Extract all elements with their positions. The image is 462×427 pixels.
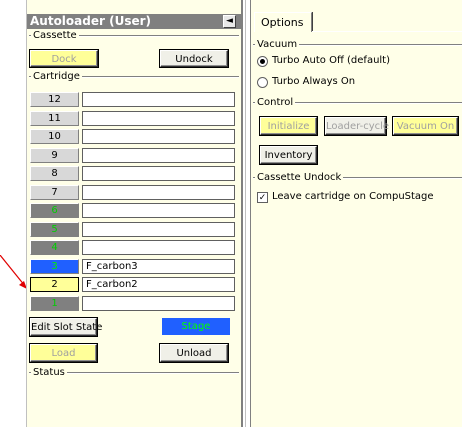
- slot-name-field-10[interactable]: [82, 129, 235, 144]
- unload-button[interactable]: Unload: [160, 344, 228, 362]
- slot-name-field-11[interactable]: [82, 111, 235, 126]
- slot-number-9[interactable]: 9: [30, 148, 79, 163]
- stage-indicator: Stage: [162, 318, 230, 335]
- panel-divider: [245, 0, 248, 427]
- turbo-always-on-radio[interactable]: [257, 77, 268, 88]
- slot-number-4[interactable]: 4: [30, 240, 79, 255]
- slot-number-8[interactable]: 8: [30, 166, 79, 181]
- slot-number-11[interactable]: 11: [30, 111, 79, 126]
- inventory-button[interactable]: Inventory: [260, 146, 317, 164]
- slot-number-5[interactable]: 5: [30, 222, 79, 237]
- leave-cartridge-label: Leave cartridge on CompuStage: [272, 191, 434, 202]
- collapse-arrow-icon[interactable]: ◄: [223, 15, 236, 28]
- radio-selected-dot: [260, 59, 265, 64]
- slot-name-field-6[interactable]: [82, 203, 235, 218]
- tab-options-label: Options: [261, 16, 304, 29]
- undock-button[interactable]: Undock: [160, 50, 228, 67]
- slot-name-field-1[interactable]: [82, 296, 235, 311]
- initialize-button[interactable]: Initialize: [260, 117, 317, 135]
- slot-number-6[interactable]: 6: [30, 203, 79, 218]
- slot-number-2[interactable]: 2: [30, 277, 79, 292]
- control-group-label: Control: [255, 97, 296, 108]
- leave-cartridge-checkbox[interactable]: ✓: [257, 192, 268, 203]
- slot-name-field-4[interactable]: [82, 240, 235, 255]
- slot-name-field-3[interactable]: F_carbon3: [82, 259, 235, 274]
- loader-cycle-button[interactable]: Loader-cycle: [325, 117, 389, 135]
- vacuum-group-label: Vacuum: [255, 39, 300, 50]
- autoloader-title: Autoloader (User): [30, 14, 152, 28]
- cartridge-group-label: Cartridge: [31, 71, 82, 82]
- turbo-always-on-label: Turbo Always On: [272, 76, 356, 87]
- edit-slot-state-button[interactable]: Edit Slot State: [30, 318, 102, 336]
- load-button[interactable]: Load: [30, 344, 97, 362]
- autoloader-panel: Autoloader (User) ◄ Cassette Dock Undock…: [26, 0, 243, 427]
- tab-strip-line: [312, 31, 462, 32]
- tab-options[interactable]: Options: [254, 12, 312, 32]
- slot-name-field-12[interactable]: [82, 92, 235, 107]
- slot-number-12[interactable]: 12: [30, 92, 79, 107]
- status-group-label: Status: [31, 367, 67, 378]
- slot-name-field-9[interactable]: [82, 148, 235, 163]
- cassette-group-label: Cassette: [31, 30, 79, 41]
- dock-button[interactable]: Dock: [30, 50, 98, 67]
- autoloader-title-bar: Autoloader (User) ◄: [27, 14, 241, 29]
- options-panel: Options Vacuum Turbo Auto Off (default) …: [250, 0, 462, 427]
- slot-number-7[interactable]: 7: [30, 185, 79, 200]
- checkmark-icon: ✓: [258, 193, 267, 203]
- slot-number-10[interactable]: 10: [30, 129, 79, 144]
- cassette-undock-group-label: Cassette Undock: [255, 172, 344, 183]
- vacuum-on-button[interactable]: Vacuum On: [393, 117, 458, 135]
- slot-number-3[interactable]: 3: [30, 259, 79, 274]
- slot-name-field-8[interactable]: [82, 166, 235, 181]
- slot-name-field-2[interactable]: F_carbon2: [82, 277, 235, 292]
- slot-name-field-7[interactable]: [82, 185, 235, 200]
- slot-name-field-5[interactable]: [82, 222, 235, 237]
- turbo-auto-off-label: Turbo Auto Off (default): [272, 55, 391, 66]
- slot-number-1[interactable]: 1: [30, 296, 79, 311]
- turbo-auto-off-radio[interactable]: [257, 56, 268, 67]
